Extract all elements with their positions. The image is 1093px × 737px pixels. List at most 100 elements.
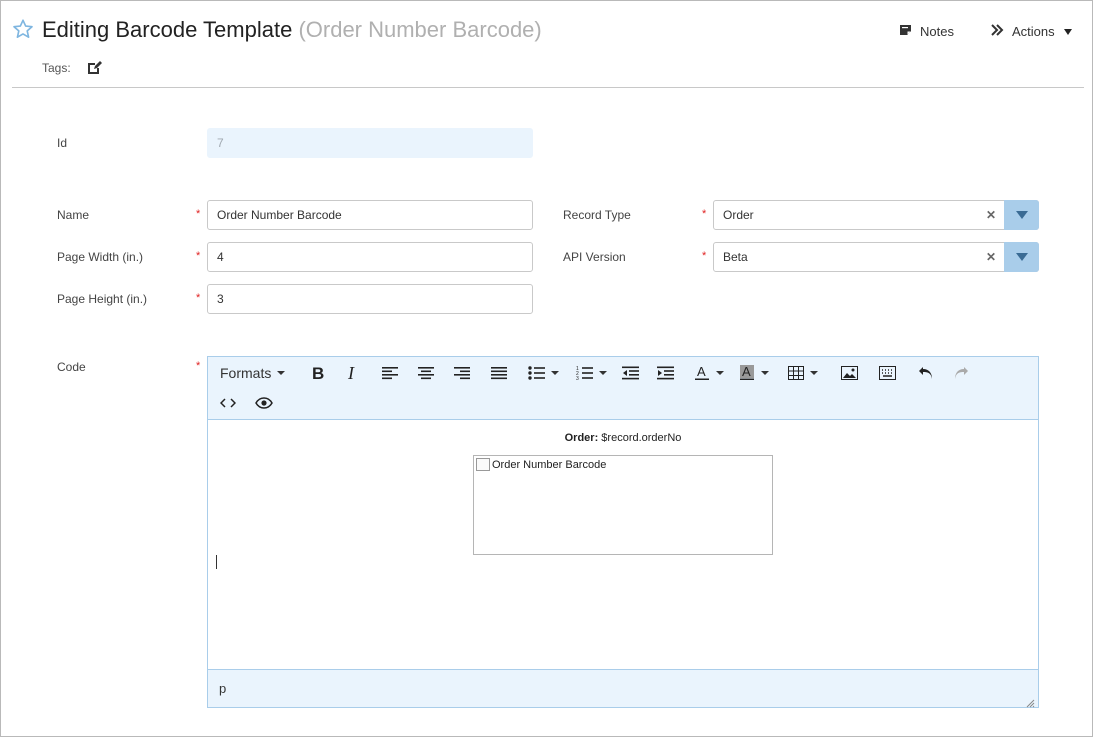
svg-text:B: B bbox=[312, 365, 324, 381]
editor-statusbar: p bbox=[208, 669, 1038, 708]
broken-image: Order Number Barcode bbox=[476, 458, 606, 471]
outdent-icon bbox=[621, 366, 639, 380]
code-editor[interactable]: Formats B I 123 A A Order: $record.order… bbox=[207, 356, 1039, 708]
api-version-value: Beta bbox=[723, 250, 748, 264]
align-center-icon bbox=[418, 366, 434, 380]
undo-button[interactable] bbox=[916, 363, 936, 383]
actions-label: Actions bbox=[1012, 24, 1055, 39]
numbered-list-icon: 123 bbox=[576, 366, 593, 380]
element-path[interactable]: p bbox=[219, 681, 226, 696]
caret-down-icon bbox=[551, 371, 559, 375]
notes-label: Notes bbox=[920, 24, 954, 39]
align-left-button[interactable] bbox=[380, 363, 400, 383]
undo-icon bbox=[918, 365, 934, 381]
double-chevron-right-icon bbox=[990, 24, 1004, 39]
page-title-main: Editing Barcode Template bbox=[42, 17, 293, 42]
required-marker: * bbox=[702, 250, 707, 262]
editor-content[interactable]: Order: $record.orderNo Order Number Barc… bbox=[208, 420, 1038, 670]
record-type-value: Order bbox=[723, 208, 754, 222]
svg-text:I: I bbox=[347, 365, 355, 381]
background-color-icon: A bbox=[739, 365, 755, 381]
bold-button[interactable]: B bbox=[308, 363, 328, 383]
editor-toolbar: Formats B I 123 A A bbox=[208, 357, 1038, 420]
tags-label: Tags: bbox=[42, 61, 71, 75]
align-right-icon bbox=[454, 366, 470, 380]
dropdown-arrow-icon[interactable] bbox=[1004, 200, 1039, 230]
page-width-field[interactable]: 4 bbox=[207, 242, 533, 272]
broken-image-icon bbox=[476, 458, 490, 471]
table-icon bbox=[788, 366, 804, 380]
eye-icon bbox=[255, 397, 273, 409]
required-marker: * bbox=[196, 292, 201, 304]
svg-text:A: A bbox=[742, 365, 751, 379]
page-height-label: Page Height (in.) bbox=[57, 292, 148, 306]
redo-icon bbox=[953, 365, 969, 381]
api-version-select[interactable]: Beta ✕ bbox=[713, 242, 1039, 272]
special-chars-button[interactable] bbox=[877, 363, 897, 383]
notes-button[interactable]: Notes bbox=[899, 24, 954, 39]
name-label: Name bbox=[57, 208, 90, 222]
dropdown-arrow-icon[interactable] bbox=[1004, 242, 1039, 272]
indent-button[interactable] bbox=[655, 363, 675, 383]
table-button[interactable] bbox=[788, 363, 818, 383]
resize-handle-icon[interactable] bbox=[1026, 695, 1035, 708]
indent-icon bbox=[656, 366, 674, 380]
keyboard-icon bbox=[878, 366, 896, 380]
required-marker: * bbox=[196, 250, 201, 262]
edit-tags-icon[interactable] bbox=[86, 60, 102, 76]
page-title: Editing Barcode Template (Order Number B… bbox=[42, 17, 542, 43]
svg-text:3: 3 bbox=[576, 376, 579, 380]
page-height-field[interactable]: 3 bbox=[207, 284, 533, 314]
insert-image-button[interactable] bbox=[839, 363, 859, 383]
order-line: Order: $record.orderNo bbox=[208, 432, 1038, 444]
outdent-button[interactable] bbox=[620, 363, 640, 383]
required-marker: * bbox=[702, 208, 707, 220]
preview-button[interactable] bbox=[253, 393, 275, 413]
required-marker: * bbox=[196, 208, 201, 220]
code-icon bbox=[220, 397, 236, 409]
align-left-icon bbox=[382, 366, 398, 380]
redo-button[interactable] bbox=[951, 363, 971, 383]
order-label: Order: bbox=[564, 432, 599, 444]
text-color-button[interactable]: A bbox=[694, 363, 724, 383]
formats-label: Formats bbox=[220, 365, 272, 381]
barcode-image[interactable]: Order Number Barcode bbox=[473, 455, 773, 555]
italic-button[interactable]: I bbox=[343, 363, 363, 383]
name-field[interactable]: Order Number Barcode bbox=[207, 200, 533, 230]
bullet-list-button[interactable] bbox=[528, 363, 559, 383]
clear-icon[interactable]: ✕ bbox=[986, 250, 996, 264]
caret-down-icon bbox=[277, 371, 286, 375]
page-title-record: (Order Number Barcode) bbox=[298, 17, 542, 42]
background-color-button[interactable]: A bbox=[739, 363, 769, 383]
code-label: Code bbox=[57, 360, 86, 374]
record-type-select[interactable]: Order ✕ bbox=[713, 200, 1039, 230]
caret-down-icon bbox=[1063, 24, 1073, 39]
order-value: $record.orderNo bbox=[601, 432, 682, 444]
required-marker: * bbox=[196, 360, 201, 372]
clear-icon[interactable]: ✕ bbox=[986, 208, 996, 222]
align-justify-button[interactable] bbox=[489, 363, 509, 383]
id-field: 7 bbox=[207, 128, 533, 158]
record-type-label: Record Type bbox=[563, 208, 631, 222]
bold-icon: B bbox=[311, 365, 325, 381]
align-justify-icon bbox=[491, 366, 507, 380]
numbered-list-button[interactable]: 123 bbox=[576, 363, 607, 383]
api-version-label: API Version bbox=[563, 250, 626, 264]
text-color-icon: A bbox=[694, 365, 710, 381]
source-code-button[interactable] bbox=[218, 393, 238, 413]
image-icon bbox=[840, 366, 858, 380]
favorite-star-icon[interactable] bbox=[12, 18, 34, 40]
svg-text:A: A bbox=[697, 365, 706, 379]
id-label: Id bbox=[57, 136, 68, 150]
formats-dropdown[interactable]: Formats bbox=[220, 363, 286, 383]
page-width-label: Page Width (in.) bbox=[57, 250, 144, 264]
header-divider bbox=[12, 87, 1084, 88]
actions-button[interactable]: Actions bbox=[990, 24, 1073, 39]
image-alt-text: Order Number Barcode bbox=[492, 458, 607, 471]
notes-icon bbox=[899, 24, 912, 39]
caret-down-icon bbox=[716, 371, 724, 375]
caret-down-icon bbox=[599, 371, 607, 375]
italic-icon: I bbox=[346, 365, 360, 381]
align-center-button[interactable] bbox=[416, 363, 436, 383]
align-right-button[interactable] bbox=[452, 363, 472, 383]
